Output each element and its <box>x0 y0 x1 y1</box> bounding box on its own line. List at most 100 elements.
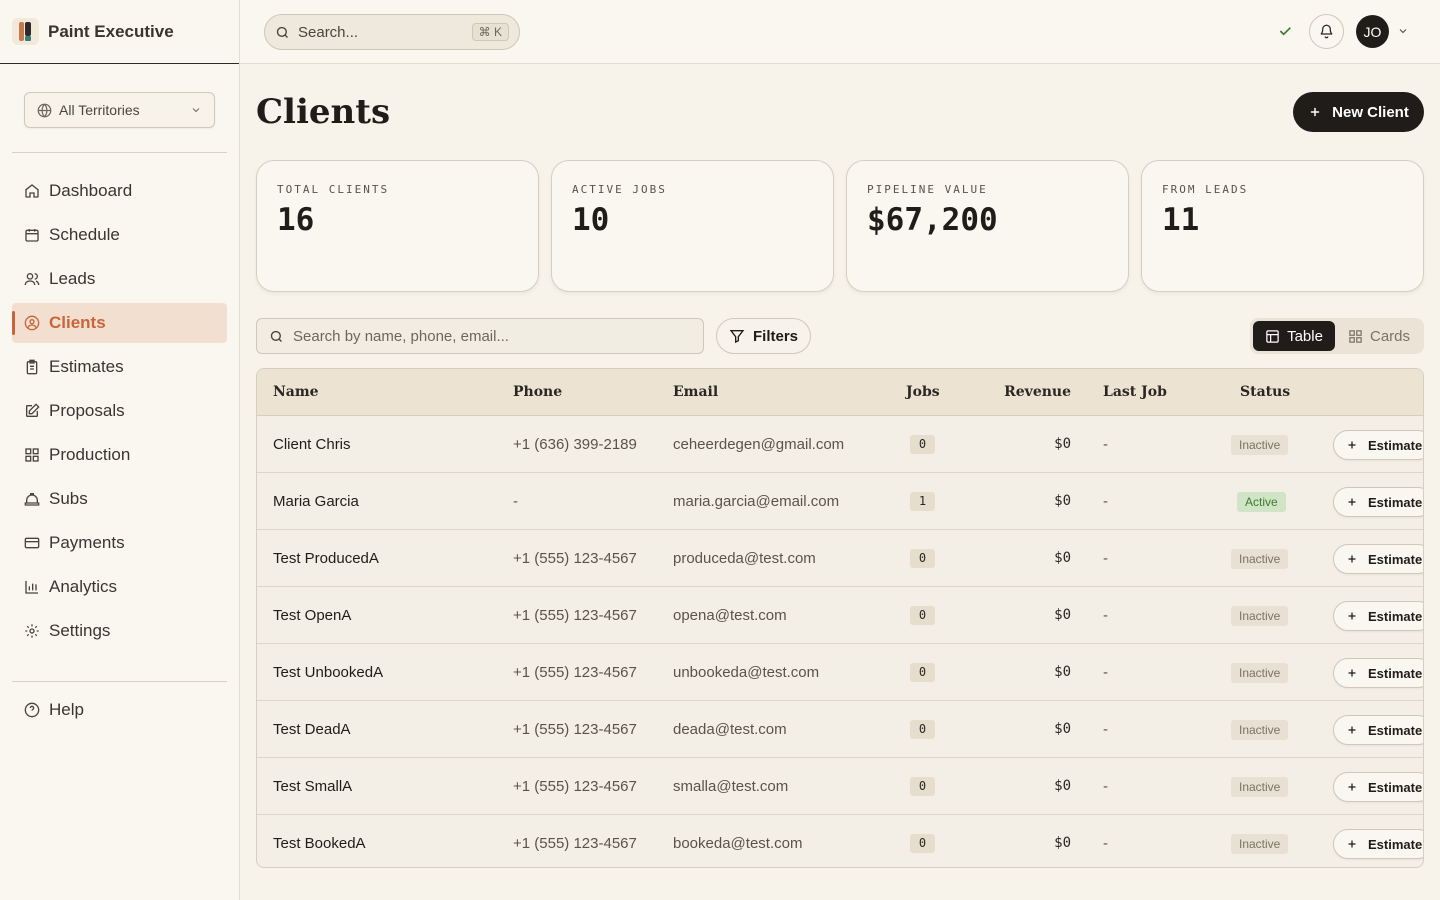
bar-chart-icon <box>25 581 38 594</box>
sidebar-item-label: Payments <box>49 533 125 552</box>
status-badge: Inactive <box>1231 549 1289 569</box>
global-search-input[interactable]: Search... ⌘ K <box>264 14 520 50</box>
client-name[interactable]: Maria Garcia <box>273 493 359 510</box>
table-row[interactable]: Test OpenA +1 (555) 123-4567 opena@test.… <box>257 587 1423 644</box>
client-name[interactable]: Test DeadA <box>273 721 351 738</box>
stat-value: 16 <box>277 202 315 238</box>
sidebar-item-subs[interactable]: Subs <box>12 479 227 519</box>
sidebar-item-help[interactable]: Help <box>12 690 227 730</box>
new-client-label: New Client <box>1332 103 1409 121</box>
view-table-button[interactable]: Table <box>1253 321 1335 351</box>
add-estimate-button[interactable]: Estimate <box>1333 544 1423 574</box>
status-badge: Inactive <box>1231 834 1289 854</box>
search-icon <box>276 26 288 38</box>
users-icon <box>24 273 40 286</box>
client-email: produceda@test.com <box>673 550 816 567</box>
sidebar-item-clients[interactable]: Clients <box>12 303 227 343</box>
grid-icon <box>25 448 39 462</box>
sidebar-item-leads[interactable]: Leads <box>12 259 227 299</box>
sidebar-item-label: Help <box>49 700 84 719</box>
client-name[interactable]: Test OpenA <box>273 607 351 624</box>
sidebar-item-estimates[interactable]: Estimates <box>12 347 227 387</box>
client-last-job: - <box>1103 607 1108 624</box>
table-row[interactable]: Test DeadA +1 (555) 123-4567 deada@test.… <box>257 701 1423 758</box>
plus-icon <box>1348 669 1356 677</box>
add-estimate-button[interactable]: Estimate <box>1333 715 1423 745</box>
chevron-down-icon[interactable] <box>1397 25 1409 37</box>
client-name[interactable]: Test BookedA <box>273 835 366 852</box>
sidebar-divider <box>12 152 227 153</box>
client-phone: - <box>513 493 518 510</box>
plus-icon <box>1348 555 1356 563</box>
client-email: maria.garcia@email.com <box>673 493 840 510</box>
add-estimate-label: Estimate <box>1368 722 1423 738</box>
add-estimate-button[interactable]: Estimate <box>1333 658 1423 688</box>
stat-value: $67,200 <box>867 202 998 238</box>
stat-label: PIPELINE VALUE <box>867 183 988 196</box>
table-row[interactable]: Test ProducedA +1 (555) 123-4567 produce… <box>257 530 1423 587</box>
sidebar-item-analytics[interactable]: Analytics <box>12 567 227 607</box>
column-header-phone[interactable]: Phone <box>513 384 562 400</box>
client-revenue: $0 <box>1054 721 1071 737</box>
add-estimate-button[interactable]: Estimate <box>1333 430 1423 460</box>
sidebar-item-production[interactable]: Production <box>12 435 227 475</box>
client-phone: +1 (555) 123-4567 <box>513 550 637 567</box>
table-row[interactable]: Client Chris +1 (636) 399-2189 ceheerdeg… <box>257 416 1423 473</box>
column-header-status[interactable]: Status <box>1240 384 1290 400</box>
client-revenue: $0 <box>1054 607 1071 623</box>
add-estimate-label: Estimate <box>1368 551 1423 567</box>
client-phone: +1 (555) 123-4567 <box>513 835 637 852</box>
page-title: Clients <box>256 92 391 132</box>
client-revenue: $0 <box>1054 550 1071 566</box>
client-revenue: $0 <box>1054 778 1071 794</box>
add-estimate-button[interactable]: Estimate <box>1333 772 1423 802</box>
sidebar-item-settings[interactable]: Settings <box>12 611 227 651</box>
check-icon[interactable] <box>1277 23 1293 39</box>
territory-select[interactable]: All Territories <box>24 92 215 128</box>
app-name: Paint Executive <box>48 21 174 41</box>
client-email: bookeda@test.com <box>673 835 803 852</box>
jobs-count-badge: 0 <box>910 720 935 739</box>
column-header-last-job[interactable]: Last Job <box>1103 384 1167 400</box>
brand[interactable]: Paint Executive <box>0 0 239 64</box>
status-badge: Inactive <box>1231 663 1289 683</box>
table-row[interactable]: Test SmallA +1 (555) 123-4567 smalla@tes… <box>257 758 1423 815</box>
table-row[interactable]: Maria Garcia - maria.garcia@email.com 1 … <box>257 473 1423 530</box>
home-icon <box>25 184 39 198</box>
sidebar-item-schedule[interactable]: Schedule <box>12 215 227 255</box>
sidebar-item-label: Leads <box>49 269 96 288</box>
add-estimate-button[interactable]: Estimate <box>1333 829 1423 859</box>
notifications-button[interactable] <box>1309 14 1344 49</box>
client-name[interactable]: Test ProducedA <box>273 550 379 567</box>
add-estimate-button[interactable]: Estimate <box>1333 487 1423 517</box>
avatar[interactable]: JO <box>1356 15 1389 48</box>
sidebar-nav: Dashboard Schedule Leads Clients Estimat… <box>12 171 227 655</box>
client-email: opena@test.com <box>673 607 787 624</box>
client-name[interactable]: Test UnbookedA <box>273 664 383 681</box>
sidebar-item-proposals[interactable]: Proposals <box>12 391 227 431</box>
view-cards-button[interactable]: Cards <box>1337 321 1421 351</box>
filter-icon <box>729 330 745 344</box>
table-row[interactable]: Test UnbookedA +1 (555) 123-4567 unbooke… <box>257 644 1423 701</box>
client-name[interactable]: Test SmallA <box>273 778 352 795</box>
plus-icon <box>1348 840 1356 848</box>
filters-label: Filters <box>752 327 798 345</box>
column-header-revenue[interactable]: Revenue <box>1004 384 1071 400</box>
column-header-jobs[interactable]: Jobs <box>906 384 940 400</box>
client-name[interactable]: Client Chris <box>273 436 351 453</box>
client-email: deada@test.com <box>673 721 787 738</box>
view-table-label: Table <box>1287 327 1323 345</box>
add-estimate-button[interactable]: Estimate <box>1333 601 1423 631</box>
sidebar-item-payments[interactable]: Payments <box>12 523 227 563</box>
table-body: Client Chris +1 (636) 399-2189 ceheerdeg… <box>257 416 1423 867</box>
column-header-email[interactable]: Email <box>673 384 718 400</box>
filters-button[interactable]: Filters <box>716 318 811 354</box>
table-row[interactable]: Test BookedA +1 (555) 123-4567 bookeda@t… <box>257 815 1423 867</box>
new-client-button[interactable]: New Client <box>1293 92 1424 132</box>
add-estimate-label: Estimate <box>1368 437 1423 453</box>
client-search-input[interactable]: Search by name, phone, email... <box>256 318 704 354</box>
column-header-name[interactable]: Name <box>273 384 319 400</box>
hard-hat-icon <box>24 493 40 506</box>
sidebar-item-dashboard[interactable]: Dashboard <box>12 171 227 211</box>
brand-logo-icon <box>12 18 39 45</box>
